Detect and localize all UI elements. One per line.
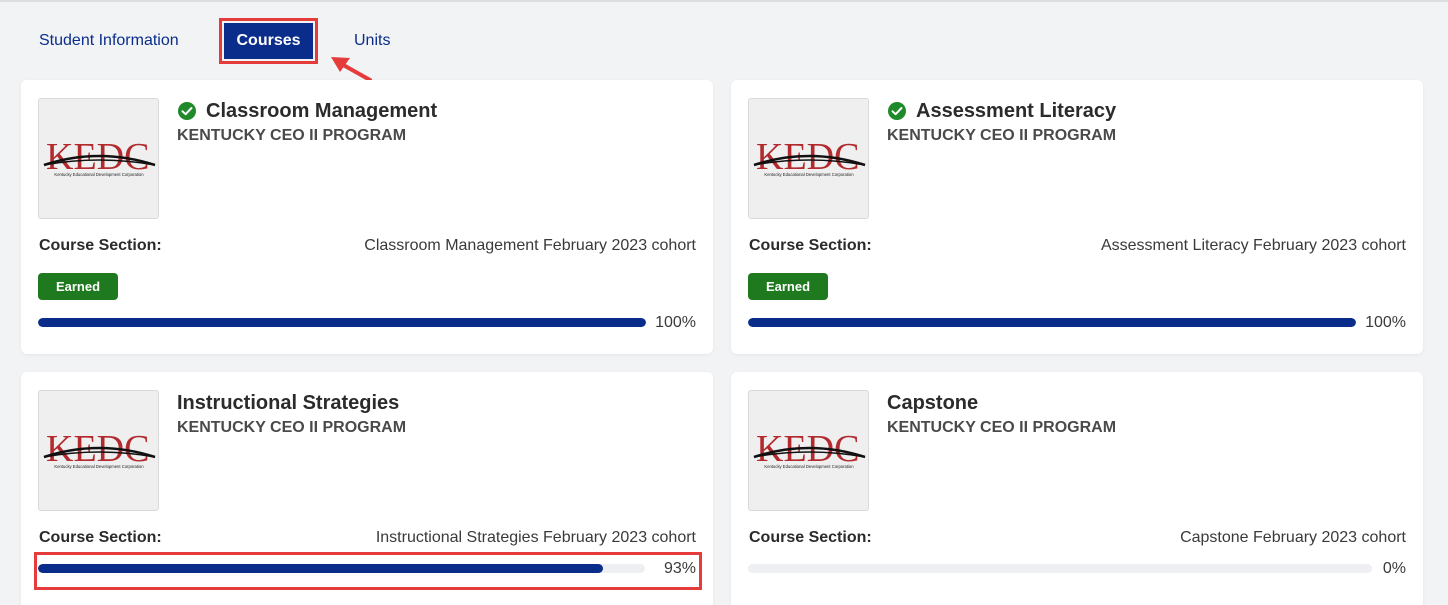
progress-percent: 93% <box>663 560 696 577</box>
course-thumbnail: KEDC Kentucky Educational Development Co… <box>38 390 159 511</box>
check-circle-icon <box>888 102 906 120</box>
progress-percent: 100% <box>655 314 696 331</box>
progress-bar: 93% <box>38 559 696 579</box>
course-thumbnail: KEDC Kentucky Educational Development Co… <box>748 390 869 511</box>
course-section-label: Course Section: <box>749 237 872 254</box>
course-thumbnail: KEDC Kentucky Educational Development Co… <box>38 98 159 219</box>
progress-percent: 0% <box>1382 560 1406 577</box>
progress-track <box>38 318 646 327</box>
check-circle-icon <box>178 102 196 120</box>
program-name: KENTUCKY CEO II PROGRAM <box>887 127 1117 144</box>
tab-courses-label: Courses <box>224 23 313 59</box>
progress-track <box>748 564 1372 573</box>
course-title[interactable]: Instructional Strategies <box>177 392 399 415</box>
course-title-row: Assessment Literacy <box>887 98 1116 124</box>
svg-text:Kentucky Educational Developme: Kentucky Educational Development Corpora… <box>54 172 144 177</box>
course-section-label: Course Section: <box>749 529 872 546</box>
progress-fill <box>748 318 1356 327</box>
svg-text:Kentucky Educational Developme: Kentucky Educational Development Corpora… <box>764 464 854 469</box>
course-title[interactable]: Capstone <box>887 392 978 415</box>
program-name: KENTUCKY CEO II PROGRAM <box>177 127 407 144</box>
kedc-logo: KEDC Kentucky Educational Development Co… <box>753 428 866 470</box>
progress-fill <box>38 318 646 327</box>
kedc-logo: KEDC Kentucky Educational Development Co… <box>753 136 866 178</box>
svg-text:Kentucky Educational Developme: Kentucky Educational Development Corpora… <box>764 172 854 177</box>
course-section-value: Instructional Strategies February 2023 c… <box>375 529 696 546</box>
progress-percent: 100% <box>1365 314 1406 331</box>
course-title-row: Capstone <box>887 390 978 416</box>
progress-bar: 0% <box>748 559 1406 579</box>
progress-track <box>748 318 1356 327</box>
course-title-row: Instructional Strategies <box>177 390 399 416</box>
svg-text:Kentucky Educational Developme: Kentucky Educational Development Corpora… <box>54 464 144 469</box>
tab-bar: Student Information Courses Units <box>0 18 1448 64</box>
program-name: KENTUCKY CEO II PROGRAM <box>887 419 1117 436</box>
course-section-value: Classroom Management February 2023 cohor… <box>364 237 696 254</box>
earned-badge: Earned <box>38 273 118 300</box>
course-card[interactable]: KEDC Kentucky Educational Development Co… <box>21 372 713 605</box>
kedc-logo: KEDC Kentucky Educational Development Co… <box>43 428 156 470</box>
course-section-value: Capstone February 2023 cohort <box>1180 529 1406 546</box>
progress-fill <box>38 564 603 573</box>
program-name: KENTUCKY CEO II PROGRAM <box>177 419 407 436</box>
course-card[interactable]: KEDC Kentucky Educational Development Co… <box>731 80 1423 354</box>
tab-student-information[interactable]: Student Information <box>39 22 179 60</box>
course-title-row: Classroom Management <box>177 98 437 124</box>
course-card[interactable]: KEDC Kentucky Educational Development Co… <box>21 80 713 354</box>
course-thumbnail: KEDC Kentucky Educational Development Co… <box>748 98 869 219</box>
course-title[interactable]: Classroom Management <box>206 100 437 123</box>
course-section-value: Assessment Literacy February 2023 cohort <box>1100 237 1406 254</box>
kedc-logo: KEDC Kentucky Educational Development Co… <box>43 136 156 178</box>
course-title[interactable]: Assessment Literacy <box>916 100 1116 123</box>
tab-courses[interactable]: Courses <box>219 18 318 64</box>
progress-track <box>38 564 645 573</box>
course-section-label: Course Section: <box>39 237 162 254</box>
top-divider <box>0 0 1448 2</box>
progress-bar: 100% <box>748 313 1406 333</box>
progress-bar: 100% <box>38 313 696 333</box>
course-section-label: Course Section: <box>39 529 162 546</box>
earned-badge: Earned <box>748 273 828 300</box>
course-card[interactable]: KEDC Kentucky Educational Development Co… <box>731 372 1423 605</box>
